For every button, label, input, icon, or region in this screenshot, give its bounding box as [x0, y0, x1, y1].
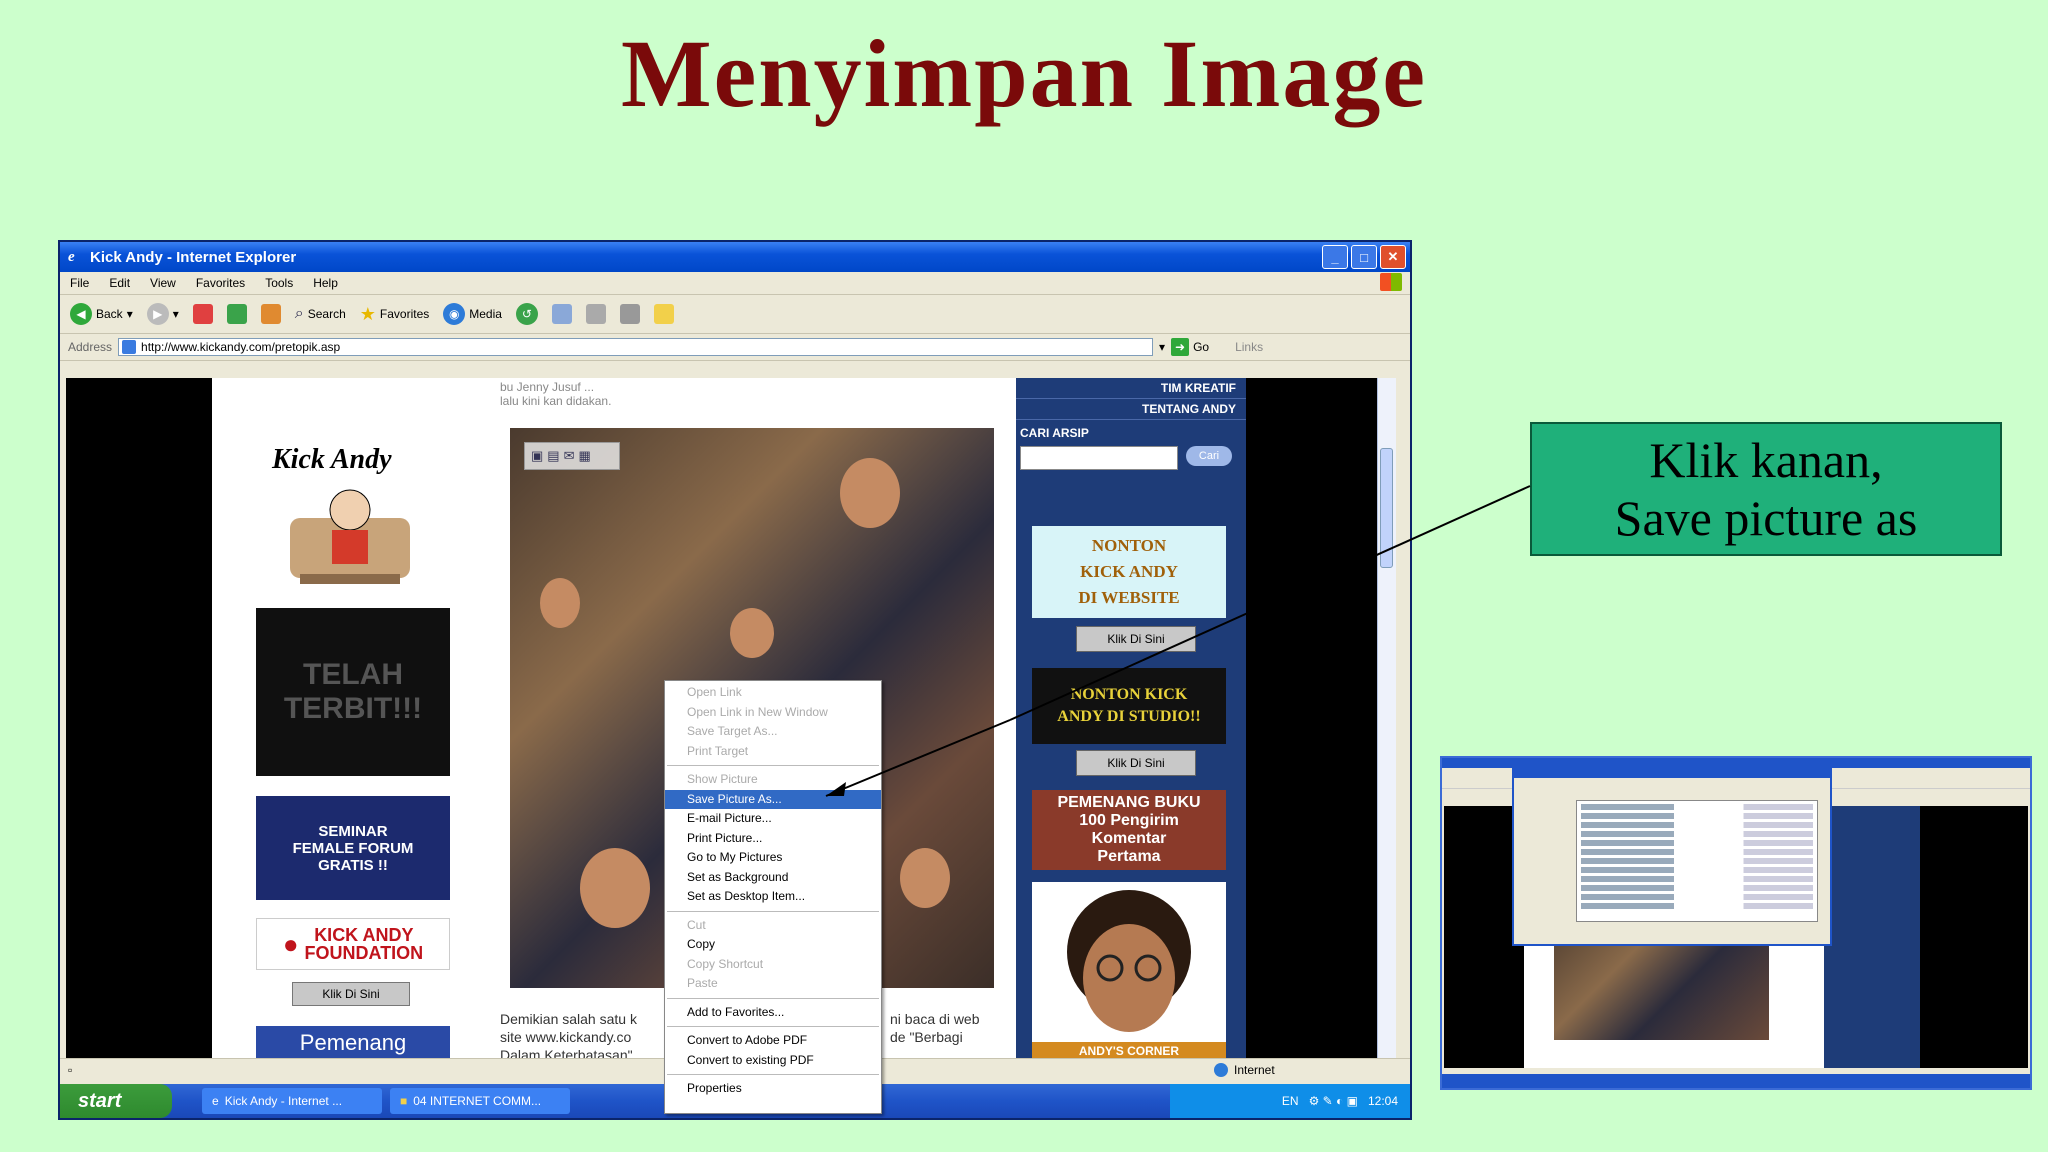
save-dialog-thumbnail	[1512, 768, 1832, 946]
save-dialog-thumbnail-image	[1440, 756, 2032, 1090]
